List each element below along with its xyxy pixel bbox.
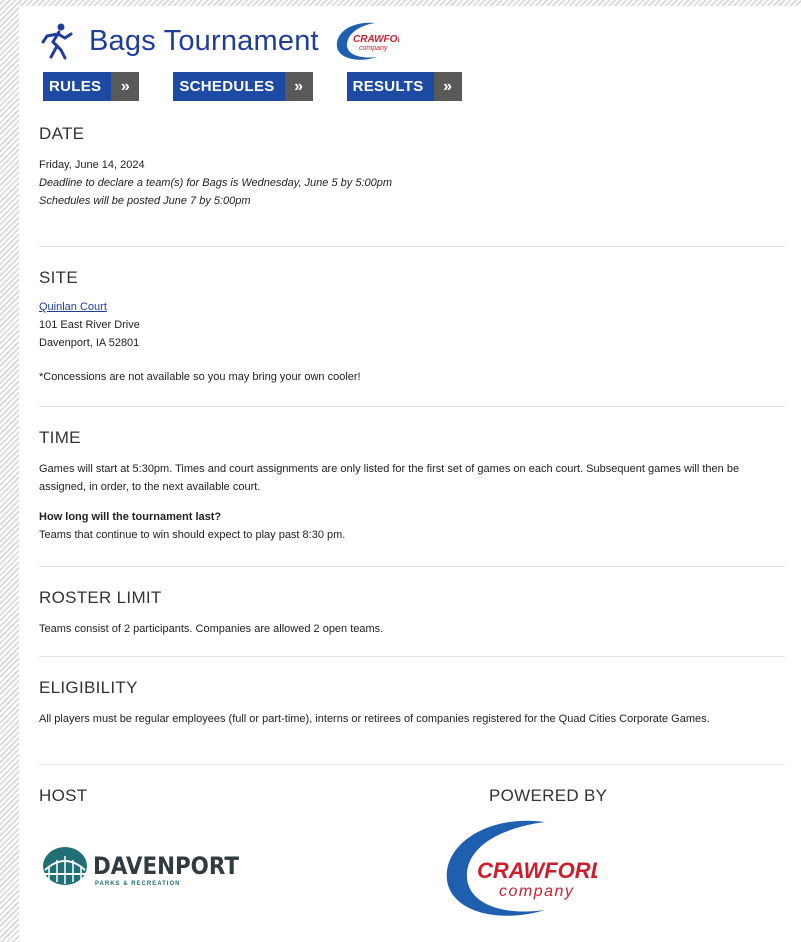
divider xyxy=(39,406,785,407)
concessions-note: *Concessions are not available so you ma… xyxy=(39,371,361,383)
crawford-logo-large: CRAWFORD company xyxy=(446,820,597,916)
powered-by-section: POWERED BY xyxy=(489,786,789,806)
time-description: Games will start at 5:30pm. Times and co… xyxy=(39,463,740,493)
divider xyxy=(39,566,785,567)
event-date: Friday, June 14, 2024 xyxy=(39,159,145,171)
divider xyxy=(39,656,785,657)
venue-link[interactable]: Quinlan Court xyxy=(39,301,107,313)
duration-question: How long will the tournament last? xyxy=(39,511,222,523)
time-section: TIME Games will start at 5:30pm. Times a… xyxy=(39,428,785,544)
crawford-logo-large-text-bottom: company xyxy=(499,883,574,900)
eligibility-section: ELIGIBILITY All players must be regular … xyxy=(39,678,785,728)
davenport-logo-subtext: PARKS & RECREATION xyxy=(95,881,180,887)
page-title: Bags Tournament xyxy=(89,24,319,57)
rules-button[interactable]: RULES » xyxy=(43,72,140,101)
powered-by-heading: POWERED BY xyxy=(489,786,608,805)
davenport-parks-logo: DAVENPORT PARKS & RECREATION xyxy=(43,847,240,887)
site-section: SITE Quinlan Court 101 East River Drive … xyxy=(39,268,785,386)
schedules-button-label: SCHEDULES xyxy=(173,72,285,101)
team-deadline: Deadline to declare a team(s) for Bags i… xyxy=(39,177,393,189)
results-button[interactable]: RESULTS » xyxy=(346,72,462,101)
crawford-logo-small: CRAWFORD company xyxy=(336,22,399,60)
host-section: HOST xyxy=(39,786,339,806)
nav-bar: RULES » SCHEDULES » RESULTS » xyxy=(43,72,496,101)
divider xyxy=(39,246,785,247)
page-container: Bags Tournament CRAWFORD company RULES »… xyxy=(19,6,801,942)
results-button-label: RESULTS xyxy=(346,72,434,101)
double-chevron-right-icon: » xyxy=(111,72,140,101)
roster-section: ROSTER LIMIT Teams consist of 2 particip… xyxy=(39,588,785,638)
crawford-logo-small-text-top: CRAWFORD xyxy=(353,34,399,45)
eligibility-description: All players must be regular employees (f… xyxy=(39,713,710,725)
schedules-button[interactable]: SCHEDULES » xyxy=(173,72,313,101)
duration-answer: Teams that continue to win should expect… xyxy=(39,529,346,541)
double-chevron-right-icon: » xyxy=(433,72,462,101)
date-section: DATE Friday, June 14, 2024 Deadline to d… xyxy=(39,124,785,210)
time-heading: TIME xyxy=(39,428,81,447)
schedule-posting: Schedules will be posted June 7 by 5:00p… xyxy=(39,195,251,207)
crawford-logo-large-text-top: CRAWFORD xyxy=(477,858,597,883)
davenport-logo-text: DAVENPORT xyxy=(93,852,240,880)
runner-icon xyxy=(41,23,73,60)
double-chevron-right-icon: » xyxy=(284,72,313,101)
crawford-logo-small-text-bottom: company xyxy=(359,45,388,52)
eligibility-heading: ELIGIBILITY xyxy=(39,678,138,697)
page-header: Bags Tournament CRAWFORD company xyxy=(39,16,399,66)
date-heading: DATE xyxy=(39,124,85,143)
roster-description: Teams consist of 2 participants. Compani… xyxy=(39,623,384,635)
address-line-2: Davenport, IA 52801 xyxy=(39,337,140,349)
address-line-1: 101 East River Drive xyxy=(39,319,140,331)
rules-button-label: RULES xyxy=(43,72,112,101)
roster-heading: ROSTER LIMIT xyxy=(39,588,162,607)
divider xyxy=(39,764,785,765)
host-heading: HOST xyxy=(39,786,88,805)
site-heading: SITE xyxy=(39,268,78,287)
